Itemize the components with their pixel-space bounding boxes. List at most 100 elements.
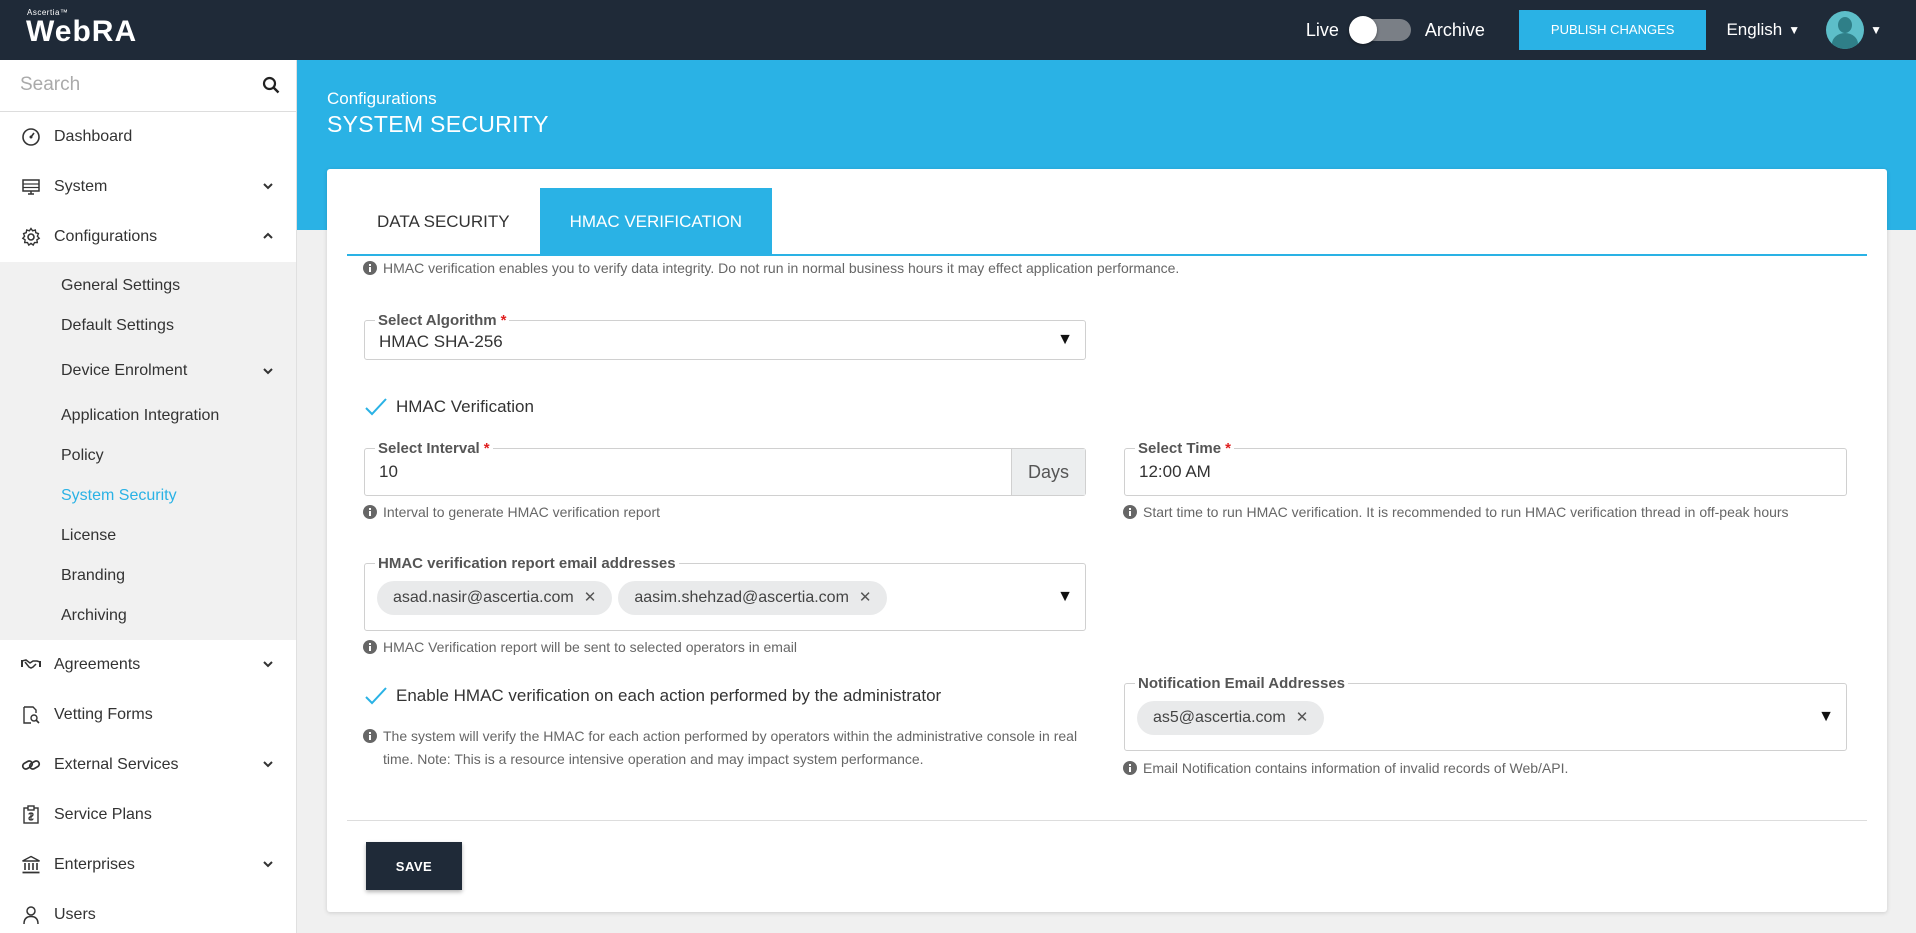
- sidebar-search: [0, 60, 296, 112]
- handshake-icon: [21, 659, 41, 669]
- field-label: Select Interval *: [375, 440, 493, 457]
- notification-emails-help: Email Notification contains information …: [1123, 757, 1568, 780]
- sidebar-subitem-general-settings[interactable]: General Settings: [0, 266, 296, 306]
- caret-down-icon: ▼: [1788, 23, 1801, 37]
- sidebar-item-label: Dashboard: [54, 128, 133, 145]
- email-chips: as5@ascertia.com ✕: [1137, 701, 1330, 735]
- logo-name: WebRA: [26, 15, 138, 48]
- checkbox-label: HMAC Verification: [396, 397, 534, 416]
- caret-down-icon: ▼: [1870, 23, 1882, 37]
- sidebar-item-configurations[interactable]: Configurations: [0, 212, 296, 262]
- publish-changes-button[interactable]: PUBLISH CHANGES: [1518, 10, 1707, 50]
- language-label: English: [1726, 20, 1783, 39]
- remove-chip-icon[interactable]: ✕: [1296, 701, 1309, 735]
- info-icon: [363, 640, 377, 654]
- bank-icon: [22, 855, 40, 874]
- form-divider: [347, 820, 1867, 821]
- info-icon: [363, 505, 377, 519]
- sidebar-item-vetting-forms[interactable]: Vetting Forms: [0, 690, 296, 740]
- hmac-intro-info: HMAC verification enables you to verify …: [363, 257, 1179, 280]
- sidebar-item-label: Agreements: [54, 656, 141, 673]
- info-icon: [363, 261, 377, 275]
- user-menu[interactable]: ▼: [1826, 11, 1882, 49]
- sidebar-item-agreements[interactable]: Agreements: [0, 640, 296, 690]
- checkbox-label: Enable HMAC verification on each action …: [396, 686, 942, 705]
- dropdown-arrow-icon: ▼: [1818, 708, 1834, 725]
- sidebar-item-users[interactable]: Users: [0, 890, 296, 933]
- toggle-knob: [1348, 16, 1377, 44]
- search-input[interactable]: [0, 60, 240, 110]
- settings-card: DATA SECURITY HMAC VERIFICATION HMAC ver…: [327, 169, 1887, 912]
- interval-unit-addon: Days: [1011, 449, 1085, 495]
- save-button[interactable]: SAVE: [366, 842, 462, 890]
- sidebar-subitem-label: Device Enrolment: [61, 362, 188, 379]
- sidebar-item-system[interactable]: System: [0, 162, 296, 212]
- language-selector[interactable]: English ▼: [1726, 20, 1800, 40]
- sidebar-item-enterprises[interactable]: Enterprises: [0, 840, 296, 890]
- info-icon: [1123, 761, 1137, 775]
- sidebar-item-service-plans[interactable]: Service Plans: [0, 790, 296, 840]
- sidebar-subitem-policy[interactable]: Policy: [0, 436, 296, 476]
- report-emails-select[interactable]: HMAC verification report email addresses…: [364, 555, 1086, 631]
- notification-emails-select[interactable]: Notification Email Addresses as5@ascerti…: [1124, 675, 1847, 751]
- sidebar-item-external-services[interactable]: External Services: [0, 740, 296, 790]
- main-content: Configurations SYSTEM SECURITY DATA SECU…: [297, 60, 1916, 933]
- sidebar-item-label: Users: [54, 906, 96, 923]
- dashboard-icon: [22, 128, 40, 146]
- remove-chip-icon[interactable]: ✕: [859, 581, 872, 615]
- breadcrumb[interactable]: Configurations: [327, 89, 437, 109]
- info-text: Interval to generate HMAC verification r…: [383, 504, 661, 520]
- webra-logo[interactable]: Ascertia™ WebRA: [26, 8, 137, 47]
- chevron-down-icon: [263, 661, 273, 668]
- form-search-icon: [23, 706, 40, 724]
- interval-help: Interval to generate HMAC verification r…: [363, 501, 660, 524]
- avatar-icon: [1826, 11, 1865, 49]
- sidebar-item-label: External Services: [54, 756, 179, 773]
- info-text: HMAC verification enables you to verify …: [383, 260, 1180, 276]
- report-emails-help: HMAC Verification report will be sent to…: [363, 636, 797, 659]
- hmac-verification-checkbox[interactable]: HMAC Verification: [364, 397, 534, 417]
- archive-label: Archive: [1424, 19, 1485, 40]
- field-label: HMAC verification report email addresses: [375, 555, 679, 572]
- chevron-up-icon: [263, 232, 273, 239]
- sidebar: Dashboard System Configurations General …: [0, 60, 297, 933]
- sidebar-subitem-device-enrolment[interactable]: Device Enrolment: [0, 346, 296, 396]
- checkmark-icon: [365, 398, 387, 416]
- sidebar-subitem-system-security[interactable]: System Security: [0, 476, 296, 516]
- tab-hmac-verification[interactable]: HMAC VERIFICATION: [539, 188, 773, 256]
- chevron-down-icon: [263, 861, 273, 868]
- field-label: Select Algorithm *: [375, 312, 510, 329]
- field-label: Notification Email Addresses: [1135, 675, 1348, 692]
- algorithm-value: HMAC SHA-256: [379, 332, 503, 351]
- service-plan-icon: [23, 805, 39, 824]
- sidebar-item-dashboard[interactable]: Dashboard: [0, 112, 296, 162]
- algorithm-select[interactable]: Select Algorithm * HMAC SHA-256 ▼: [364, 312, 1086, 360]
- admin-action-hmac-checkbox[interactable]: Enable HMAC verification on each action …: [364, 686, 941, 706]
- chevron-down-icon: [263, 368, 273, 375]
- top-bar: Ascertia™ WebRA Live Archive PUBLISH CHA…: [0, 0, 1916, 60]
- info-icon: [363, 729, 377, 743]
- sidebar-item-label: Service Plans: [54, 806, 152, 823]
- sidebar-subitem-archiving[interactable]: Archiving: [0, 596, 296, 636]
- chevron-down-icon: [263, 183, 273, 190]
- sidebar-subitem-license[interactable]: License: [0, 516, 296, 556]
- sidebar-subitem-branding[interactable]: Branding: [0, 556, 296, 596]
- interval-input[interactable]: Select Interval * 10 Days: [364, 440, 1086, 496]
- time-value: 12:00 AM: [1139, 462, 1211, 481]
- sidebar-subitem-default-settings[interactable]: Default Settings: [0, 306, 296, 346]
- search-icon[interactable]: [262, 76, 280, 94]
- remove-chip-icon[interactable]: ✕: [584, 581, 597, 615]
- admin-action-help: The system will verify the HMAC for each…: [363, 725, 1087, 771]
- time-input[interactable]: Select Time * 12:00 AM: [1124, 440, 1847, 496]
- checkmark-icon: [365, 687, 387, 705]
- tab-data-security[interactable]: DATA SECURITY: [347, 188, 540, 256]
- info-text: Email Notification contains information …: [1143, 760, 1569, 776]
- configurations-submenu: General Settings Default Settings Device…: [0, 262, 296, 640]
- live-label: Live: [1305, 19, 1339, 40]
- live-archive-toggle[interactable]: [1348, 16, 1411, 44]
- field-label: Select Time *: [1135, 440, 1234, 457]
- info-text: HMAC Verification report will be sent to…: [383, 639, 797, 655]
- system-icon: [22, 179, 40, 195]
- sidebar-subitem-application-integration[interactable]: Application Integration: [0, 396, 296, 436]
- sidebar-nav: Dashboard System Configurations General …: [0, 112, 296, 933]
